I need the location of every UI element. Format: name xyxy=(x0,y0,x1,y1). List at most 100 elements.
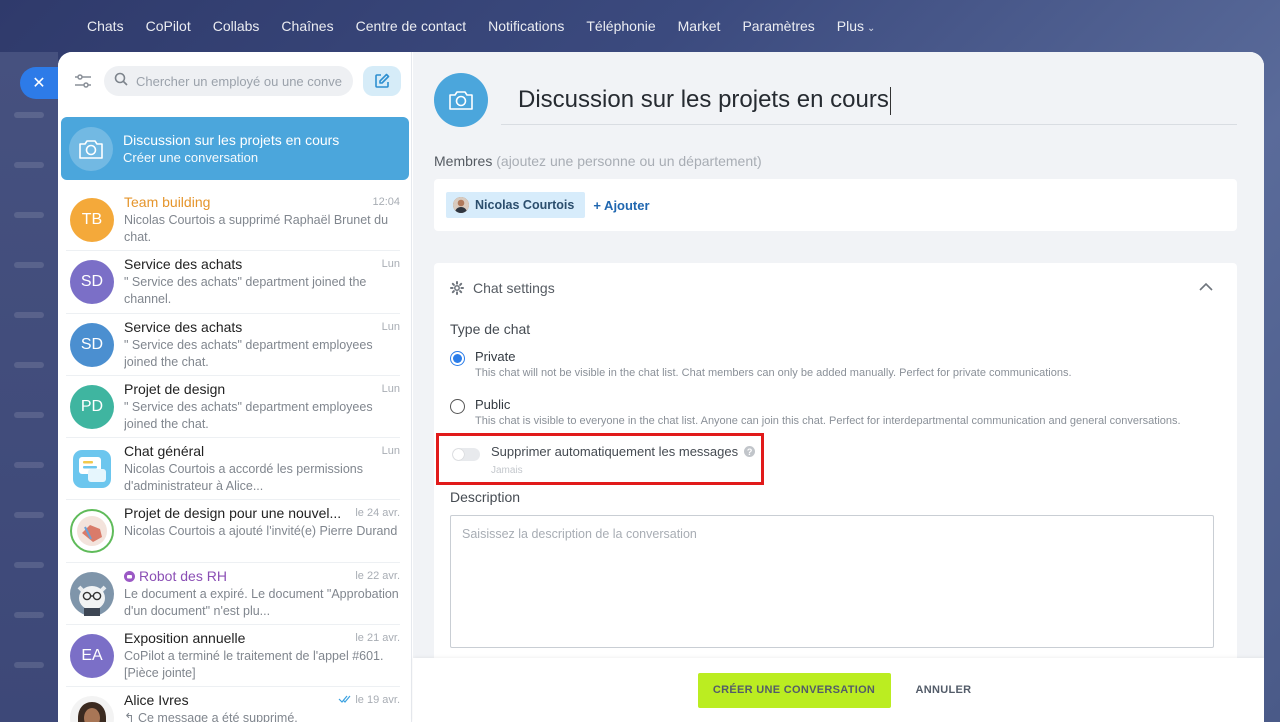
nav-market[interactable]: Market xyxy=(667,18,732,34)
member-name: Nicolas Courtois xyxy=(475,198,575,212)
public-description: This chat is visible to everyone in the … xyxy=(475,415,1181,427)
camera-icon xyxy=(449,91,473,110)
chat-name: Service des achats xyxy=(124,256,242,272)
members-box: Nicolas Courtois + Ajouter xyxy=(434,179,1237,231)
chat-name: Projet de design xyxy=(124,381,225,397)
chat-time: le 19 avr. xyxy=(338,694,400,706)
cancel-button[interactable]: ANNULER xyxy=(908,684,980,696)
edit-icon xyxy=(375,73,390,88)
chat-preview: " Service des achats" department employe… xyxy=(124,399,400,433)
reply-icon: ↰ xyxy=(124,711,138,722)
active-chat-item[interactable]: Discussion sur les projets en cours Crée… xyxy=(61,117,409,180)
radio-public[interactable] xyxy=(450,399,465,414)
chevron-down-icon: ⌄ xyxy=(867,23,876,34)
chat-list-item[interactable]: Alice Ivres le 19 avr. ↰ Ce message a été … xyxy=(58,686,412,722)
chat-name: Service des achats xyxy=(124,319,242,335)
chat-time: Lun xyxy=(382,258,400,270)
nav-notifications[interactable]: Notifications xyxy=(477,18,575,34)
chat-name-text: Exposition annuelle xyxy=(124,630,246,647)
chat-time: le 21 avr. xyxy=(355,632,400,644)
avatar: TB xyxy=(70,198,114,242)
chat-preview: Le document a expiré. Le document "Appro… xyxy=(124,586,400,620)
avatar xyxy=(453,197,469,213)
chat-list-item[interactable]: Chat général Lun Nicolas Courtois a accord… xyxy=(58,437,412,499)
chat-preview: CoPilot a terminé le traitement de l'app… xyxy=(124,648,400,682)
radio-public-row[interactable]: Public This chat is visible to everyone … xyxy=(450,396,1181,429)
help-icon[interactable]: ? xyxy=(744,446,756,457)
chat-time-text: Lun xyxy=(381,258,400,271)
chat-time-text: le 19 avr. xyxy=(355,694,400,707)
text-caret xyxy=(889,86,891,115)
settings-header[interactable]: Chat settings xyxy=(450,278,1213,298)
nav-chaines[interactable]: Chaînes xyxy=(270,18,344,34)
nav-telephony[interactable]: Téléphonie xyxy=(575,18,666,34)
nav-copilot[interactable]: CoPilot xyxy=(135,18,202,34)
nav-contact-center[interactable]: Centre de contact xyxy=(345,18,478,34)
chat-preview-text: Nicolas Courtois a ajouté l'invité(e) Pi… xyxy=(124,524,398,539)
chat-name: Exposition annuelle xyxy=(124,630,245,646)
chat-name-text: Service des achats xyxy=(124,318,243,335)
chat-list-item[interactable]: TB Team building 12:04 Nicolas Courtois a s… xyxy=(58,188,412,250)
camera-icon xyxy=(79,139,103,159)
chat-time-text: le 21 avr. xyxy=(355,632,400,645)
add-member-link[interactable]: + Ajouter xyxy=(593,198,649,213)
chat-list-item[interactable]: SD Service des achats Lun " Service des ach… xyxy=(58,250,412,312)
filter-icon[interactable] xyxy=(72,70,94,92)
autodelete-label-text: Supprimer automatiquement les messages xyxy=(491,444,739,459)
chat-time-text: Lun xyxy=(381,445,400,458)
avatar xyxy=(70,447,114,491)
chat-time: Lun xyxy=(382,445,400,457)
public-title: Public xyxy=(475,397,511,412)
chat-time: le 22 avr. xyxy=(355,570,400,582)
chat-list-item[interactable]: EA Exposition annuelle le 21 avr. CoPilot a… xyxy=(58,624,412,686)
chat-preview-text: " Service des achats" department employe… xyxy=(124,337,373,369)
sidebar-header xyxy=(58,52,411,110)
autodelete-toggle[interactable] xyxy=(452,448,480,461)
close-panel-button[interactable]: ✕ xyxy=(20,67,58,99)
members-label-text: Membres xyxy=(434,153,493,169)
chat-list-item[interactable]: PD Projet de design Lun " Service des achat… xyxy=(58,374,412,437)
compose-button[interactable] xyxy=(363,66,401,96)
avatar: EA xyxy=(70,634,114,679)
nav-settings[interactable]: Paramètres xyxy=(731,18,825,34)
active-chat-subtitle: Créer une conversation xyxy=(123,149,259,165)
chevron-up-icon[interactable] xyxy=(1199,278,1213,296)
chat-preview: Nicolas Courtois a ajouté l'invité(e) Pi… xyxy=(124,523,400,540)
chat-list-item[interactable]: SD Service des achats Lun " Service des ach… xyxy=(58,312,412,375)
nav-collabs[interactable]: Collabs xyxy=(202,18,271,34)
radio-private[interactable] xyxy=(450,351,465,366)
chat-preview: Nicolas Courtois a accordé les permissio… xyxy=(124,461,400,495)
private-description: This chat will not be visible in the cha… xyxy=(475,367,1072,379)
nav-more[interactable]: Plus ⌄ xyxy=(826,18,887,34)
chat-preview-text: " Service des achats" department joined … xyxy=(124,275,367,307)
chat-avatar-upload[interactable] xyxy=(434,73,488,127)
chat-name-text: Service des achats xyxy=(124,256,243,273)
chat-name: Robot des RH xyxy=(124,568,227,584)
chat-preview-text: Le document a expiré. Le document "Appro… xyxy=(124,586,399,618)
create-chat-panel: Discussion sur les projets en cours Crée… xyxy=(58,52,1264,722)
description-textarea[interactable] xyxy=(450,515,1214,648)
search-icon xyxy=(114,72,128,91)
chat-name: Projet de design pour une nouvel... xyxy=(124,505,341,521)
radio-private-row[interactable]: Private This chat will not be visible in… xyxy=(450,348,1072,381)
create-conversation-button[interactable]: CRÉER UNE CONVERSATION xyxy=(697,672,891,708)
chat-title-input[interactable]: Discussion sur les projets en cours xyxy=(501,81,1237,125)
avatar xyxy=(70,509,114,554)
chat-list-item[interactable]: Projet de design pour une nouvel... le 24… xyxy=(58,499,412,561)
nav-more-label: Plus xyxy=(836,18,865,34)
chat-list: TB Team building 12:04 Nicolas Courtois a s… xyxy=(58,188,412,722)
search-input[interactable] xyxy=(136,73,343,89)
chat-time-text: Lun xyxy=(381,320,400,333)
search-box xyxy=(104,66,353,96)
chat-name: Team building xyxy=(124,194,210,210)
chat-name-text: Alice Ivres xyxy=(124,692,189,709)
nav-chats[interactable]: Chats xyxy=(76,18,135,34)
chat-preview-text: Nicolas Courtois a supprimé Raphaël Brun… xyxy=(124,213,389,244)
title-row: Discussion sur les projets en cours xyxy=(434,73,1237,127)
member-chip[interactable]: Nicolas Courtois xyxy=(446,192,586,218)
autodelete-label: Supprimer automatiquement les messages? xyxy=(491,444,756,459)
chat-list-item[interactable]: Robot des RH le 22 avr. Le document a expi… xyxy=(58,561,412,624)
chat-time: Lun xyxy=(382,383,400,395)
autodelete-value: Jamais xyxy=(491,465,523,476)
chat-name: Chat général xyxy=(124,443,204,459)
